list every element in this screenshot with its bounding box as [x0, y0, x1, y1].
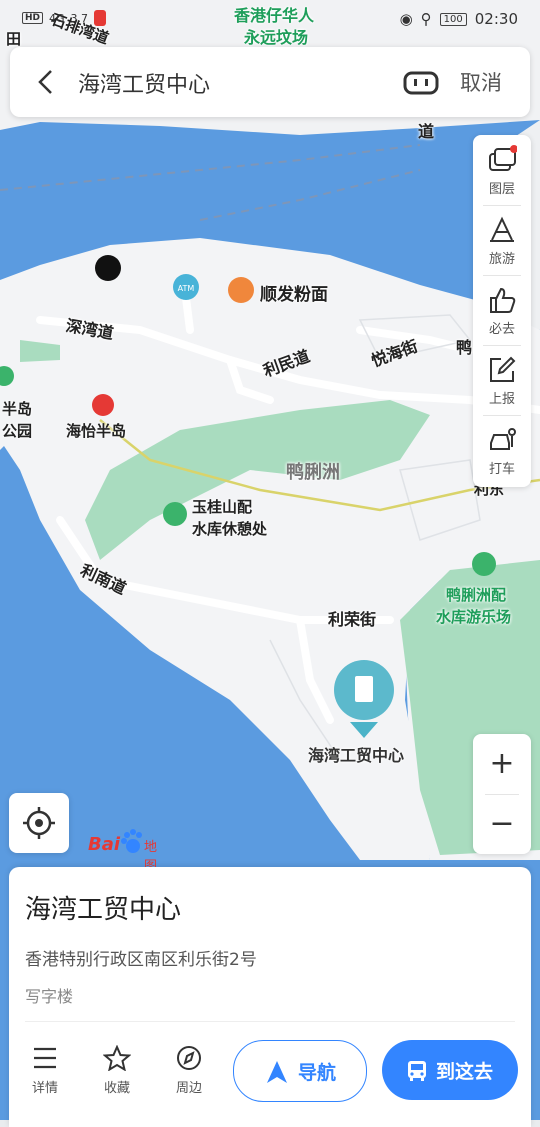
star-icon	[103, 1045, 131, 1071]
place-detail-card[interactable]: 海湾工贸中心 香港特别行政区南区利乐街2号 写字楼 详情 收藏 周边 导航 到这…	[9, 867, 531, 1127]
nearby-button[interactable]: 周边	[161, 1045, 217, 1096]
details-button[interactable]: 详情	[17, 1045, 73, 1096]
favorite-button[interactable]: 收藏	[89, 1045, 145, 1096]
list-icon	[34, 1047, 56, 1069]
bus-icon	[408, 1061, 426, 1081]
eye-icon: ◉	[399, 10, 413, 28]
atm-text: ATM	[178, 284, 195, 293]
map-label-yuk-kwai-2: 水库休憩处	[192, 520, 268, 538]
map-label-ap-lei-chau: 鸭脷洲	[286, 462, 340, 483]
paw-logo-icon	[121, 829, 142, 853]
action-label: 周边	[175, 1081, 202, 1096]
map-label-peninsula-2: 公园	[2, 422, 33, 440]
clock: 02:30	[474, 10, 518, 28]
map-label-ap-lei-park-2: 水库游乐场	[436, 608, 512, 626]
map-label-dao: 道	[418, 122, 435, 141]
edit-report-icon	[490, 356, 516, 382]
map-label-duck-right: 鸭	[456, 338, 473, 357]
tool-report[interactable]: 上报	[473, 345, 531, 415]
tool-label: 图层	[488, 182, 515, 197]
tool-must-go[interactable]: 必去	[473, 275, 531, 345]
zoom-out-button[interactable]: −	[473, 794, 531, 854]
layers-icon	[489, 145, 517, 171]
go-here-label: 到这去	[436, 1061, 494, 1083]
tool-label: 上报	[488, 392, 515, 407]
go-here-button[interactable]: 到这去	[382, 1040, 518, 1100]
map-label-peninsula-1: 半岛	[2, 400, 33, 418]
mic-icon	[94, 10, 107, 26]
search-query[interactable]: 海湾工贸中心	[78, 67, 210, 99]
cancel-button[interactable]: 取消	[460, 67, 502, 97]
tool-label: 必去	[488, 322, 515, 337]
taxi-icon	[490, 428, 516, 450]
tool-layers[interactable]: 图层	[473, 135, 531, 205]
map-label-lee-wing-st: 利荣街	[328, 610, 377, 629]
tool-travel[interactable]: 旅游	[473, 205, 531, 275]
place-address: 香港特别行政区南区利乐街2号	[25, 950, 257, 970]
place-category: 写字楼	[25, 987, 74, 1006]
network-speed: 3.7	[70, 11, 89, 25]
map-tool-panel: 图层 旅游 必去 上报 打车	[473, 135, 531, 487]
search-bar[interactable]: 海湾工贸中心 取消	[10, 47, 530, 117]
zoom-in-button[interactable]: +	[473, 734, 531, 794]
map-label-poi[interactable]: 海湾工贸中心	[308, 742, 404, 766]
tool-taxi[interactable]: 打车	[473, 415, 531, 485]
navigate-label: 导航	[298, 1062, 337, 1084]
travel-icon	[490, 216, 514, 242]
map-label-ap-lei-park-1: 鸭脷洲配	[446, 586, 507, 604]
battery-indicator: 100	[439, 12, 467, 26]
navigation-arrow-icon	[267, 1061, 287, 1083]
map-label-yuk-kwai-1: 玉桂山配	[192, 498, 253, 516]
signal-text: 4G	[49, 11, 65, 25]
action-label: 详情	[31, 1081, 58, 1096]
thumbs-up-icon	[490, 287, 516, 313]
action-label: 收藏	[103, 1081, 130, 1096]
voice-assistant-icon[interactable]	[403, 71, 439, 95]
crosshair-icon	[23, 807, 55, 839]
compass-icon	[177, 1046, 201, 1070]
place-title: 海湾工贸中心	[25, 895, 182, 925]
tool-label: 旅游	[488, 252, 515, 267]
navigate-button[interactable]: 导航	[233, 1040, 367, 1102]
zoom-control: + −	[473, 734, 531, 854]
location-icon: ⚲	[420, 10, 432, 28]
tool-label: 打车	[488, 462, 515, 477]
status-bar: HD 4G 3.7 ◉ ⚲ 100 02:30	[0, 0, 540, 40]
map-label-shun-fat: 顺发粉面	[260, 285, 328, 305]
hd-badge: HD	[22, 12, 44, 24]
locate-me-button[interactable]	[9, 793, 69, 853]
map-label-mtr-station: 海怡半岛	[66, 422, 127, 440]
back-arrow-icon[interactable]	[36, 69, 56, 95]
